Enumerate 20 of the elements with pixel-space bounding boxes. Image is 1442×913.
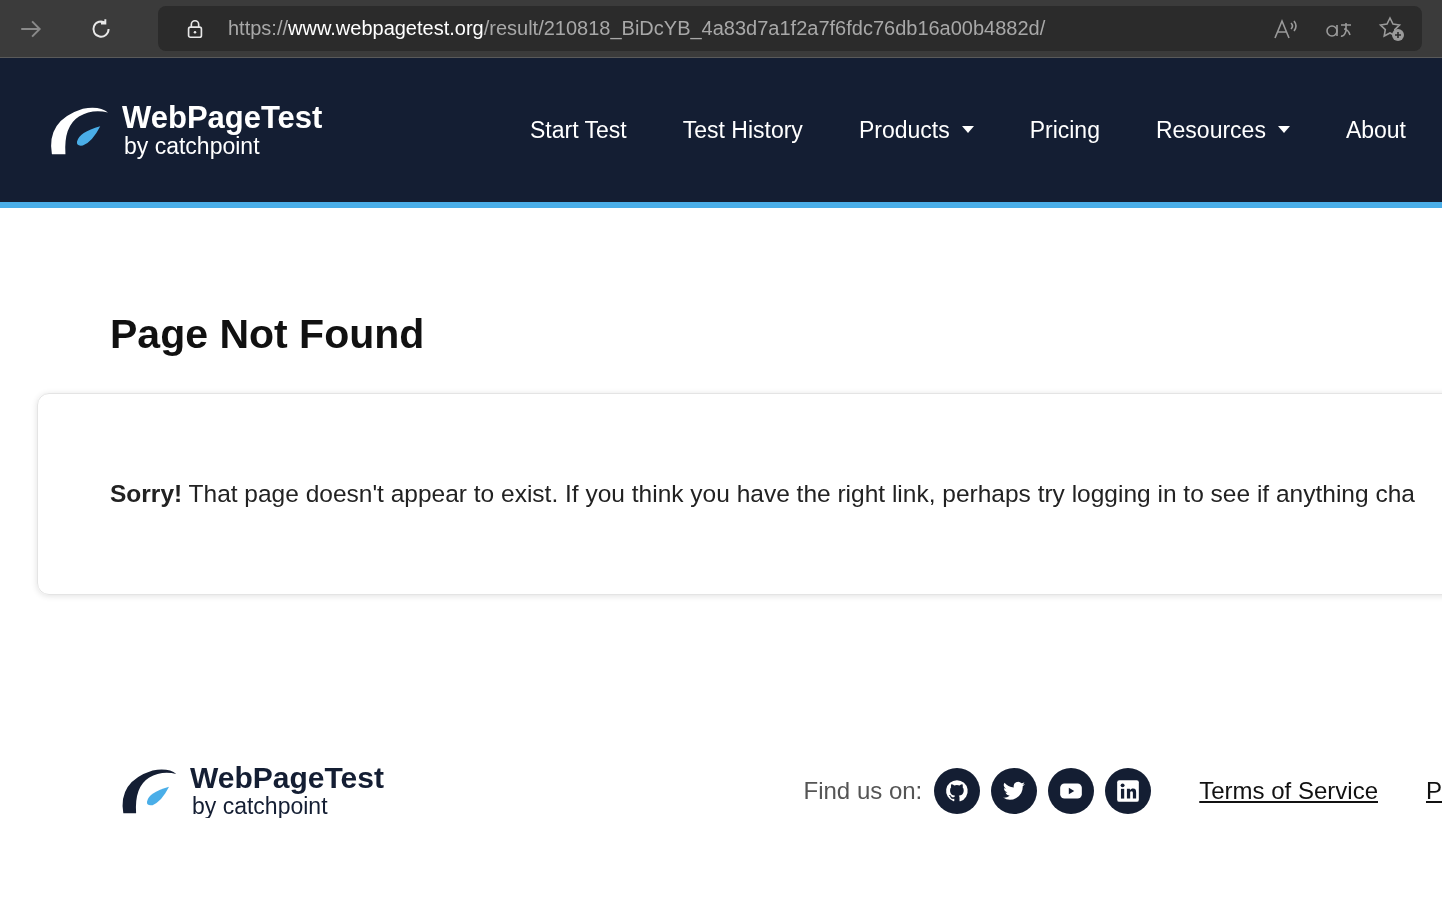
url-text: https://www.webpagetest.org/result/210818_BiDcYB_4a83d7a1f2a7f6fdc76db16a00b4882d/ <box>228 17 1046 40</box>
error-message: Sorry! That page doesn't appear to exist. If you think you have the right link, perhaps try logging in to see if anything cha <box>110 480 1415 508</box>
nav-link[interactable]: Test History <box>682 116 803 144</box>
linkedin-icon <box>1115 777 1142 804</box>
caret-icon <box>1277 126 1290 134</box>
find-us-label: Find us on: <box>803 776 923 805</box>
address-bar[interactable]: https://www.webpagetest.org/result/210818_BiDcYB_4a83d7a1f2a7f6fdc76db16a00b4882d/ <box>158 6 1422 51</box>
footer-link[interactable]: Terms of Service <box>1199 776 1378 805</box>
add-favorite-icon[interactable] <box>1378 14 1406 43</box>
nav-link[interactable]: Products <box>858 116 974 144</box>
nav-link[interactable]: Resources <box>1155 116 1290 144</box>
caret-icon <box>961 126 974 134</box>
footer-link[interactable]: P <box>1426 776 1442 805</box>
nav-link[interactable]: Start Test <box>530 116 627 144</box>
logo-subtitle: by catchpoint <box>124 135 260 158</box>
page-title: Page Not Found <box>110 314 426 355</box>
nav-link[interactable]: About <box>1345 116 1406 144</box>
logo-subtitle: by catchpoint <box>192 795 328 818</box>
github-icon <box>944 777 971 804</box>
nav-link[interactable]: Pricing <box>1029 116 1100 144</box>
